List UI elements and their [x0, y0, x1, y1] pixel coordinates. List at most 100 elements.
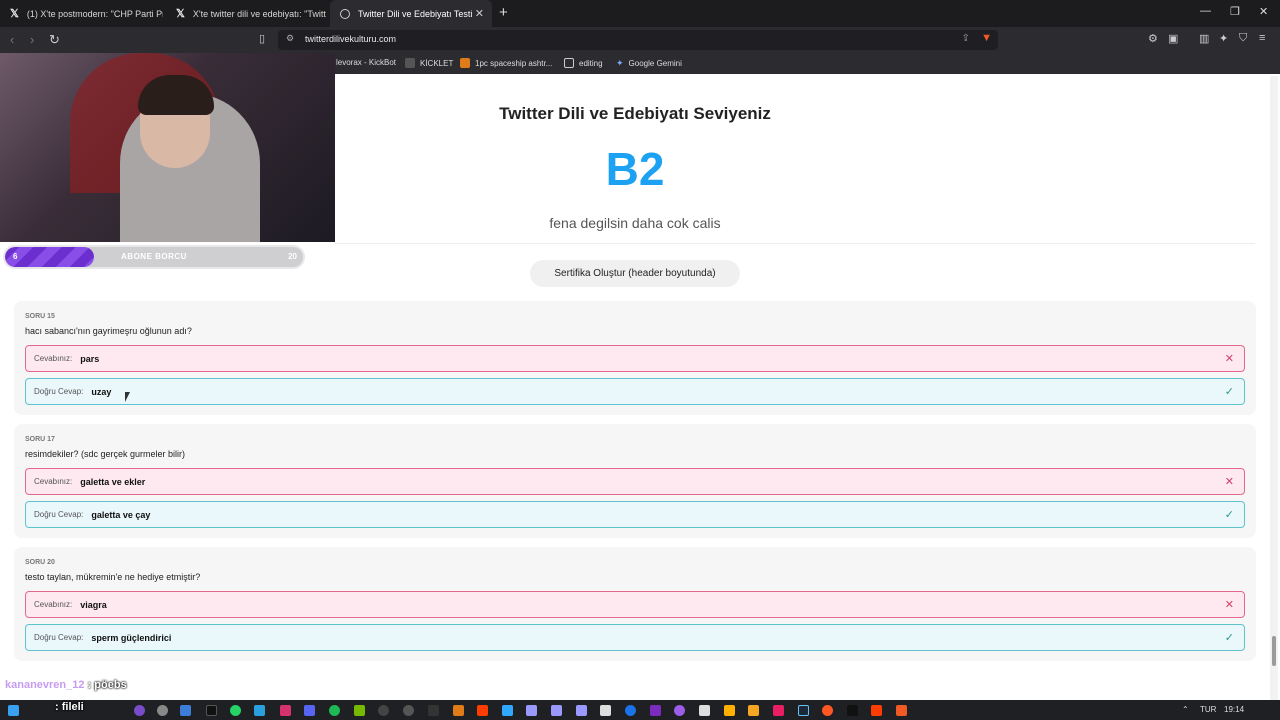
menu-icon[interactable]: ≡ — [1259, 32, 1265, 44]
steam-icon[interactable] — [798, 705, 809, 716]
question-card: SORU 17 resimdekiler? (sdc gerçek gurmel… — [14, 424, 1256, 538]
illustrator-icon[interactable] — [477, 705, 488, 716]
correct-answer-label: Doğru Cevap: — [34, 387, 84, 396]
reload-icon[interactable]: ↻ — [49, 32, 60, 48]
tab-3-active[interactable]: Twitter Dili ve Edebiyatı Testi ✕ — [330, 0, 492, 27]
folder-icon — [564, 58, 574, 68]
bookmark-spaceship[interactable]: 1pc spaceship ashtr... — [460, 58, 552, 68]
your-answer-row: Cevabınız: pars ✕ — [25, 345, 1245, 372]
app-icon[interactable] — [674, 705, 685, 716]
whatsapp-icon[interactable] — [230, 705, 241, 716]
sub-goal-label: ABONE BORCU — [121, 252, 187, 261]
close-tab-icon[interactable]: ✕ — [475, 7, 484, 20]
app-icon[interactable] — [699, 705, 710, 716]
windows-taskbar: ⌃ TUR 19:14 — [0, 700, 1280, 720]
minimize-button[interactable]: — — [1200, 5, 1211, 17]
bookmark-kickbot[interactable]: levorax - KickBot — [336, 58, 396, 67]
leo-ai-icon[interactable]: ✦ — [1219, 32, 1228, 45]
nvidia-icon[interactable] — [354, 705, 365, 716]
new-tab-button[interactable]: + — [499, 4, 508, 21]
tab-2[interactable]: 𝕏 X'te twitter dili ve edebiyatı: "Twitt… — [166, 0, 326, 27]
question-card: SORU 15 hacı sabancı'nın gayrimeşru oğlu… — [14, 301, 1256, 415]
correct-answer-row: Doğru Cevap: uzay ✓ — [25, 378, 1245, 405]
scrollbar-thumb[interactable] — [1272, 636, 1276, 666]
bookmark-kicklet[interactable]: KİCKLET — [405, 58, 453, 68]
app-icon[interactable] — [403, 705, 414, 716]
brave-shield-icon[interactable]: ▼ — [981, 32, 992, 44]
extensions-icon[interactable]: ⚙ — [1148, 32, 1158, 45]
close-window-button[interactable]: ✕ — [1259, 5, 1268, 18]
app-icon[interactable] — [724, 705, 735, 716]
app-icon[interactable] — [847, 705, 858, 716]
wrong-icon: ✕ — [1224, 353, 1234, 365]
address-bar: ‹ › ↻ ▯ ⚙ twitterdilivekulturu.com ⇪ ▼ ⚙… — [0, 27, 1280, 53]
your-answer-value: galetta ve ekler — [80, 476, 146, 487]
sidebar-icon[interactable]: ▥ — [1199, 32, 1209, 45]
vpn-icon[interactable]: ⛉ — [1239, 32, 1247, 45]
app-icon[interactable] — [428, 705, 439, 716]
check-icon: ✓ — [1224, 386, 1234, 398]
sub-goal-bar: 6 ABONE BORCU 20 — [5, 247, 303, 267]
app-icon[interactable] — [625, 705, 636, 716]
start-icon[interactable] — [8, 705, 19, 716]
app-icon[interactable] — [871, 705, 882, 716]
app-icon[interactable] — [748, 705, 759, 716]
wrong-icon: ✕ — [1224, 599, 1234, 611]
bookmark-icon[interactable]: ▯ — [259, 32, 265, 45]
page-scrollbar[interactable] — [1270, 76, 1278, 700]
share-icon[interactable]: ⇪ — [962, 33, 970, 44]
level-badge: B2 — [605, 143, 665, 195]
question-number: SORU 20 — [25, 559, 55, 566]
app-icon[interactable] — [453, 705, 464, 716]
spotify-icon[interactable] — [329, 705, 340, 716]
create-certificate-button[interactable]: Sertifika Oluştur (header boyutunda) — [530, 260, 740, 287]
tray-chevron-icon[interactable]: ⌃ — [1182, 705, 1189, 714]
premiere-icon[interactable] — [576, 705, 587, 716]
back-icon[interactable]: ‹ — [10, 32, 14, 47]
app-icon[interactable] — [157, 705, 168, 716]
correct-answer-value: galetta ve çay — [91, 509, 151, 520]
chat-message: pöebs — [94, 679, 127, 691]
capcut-icon[interactable] — [600, 705, 611, 716]
obs-icon[interactable] — [378, 705, 389, 716]
globe-icon — [340, 8, 350, 19]
your-answer-label: Cevabınız: — [34, 477, 73, 486]
url-field[interactable]: ⚙ twitterdilivekulturu.com ⇪ ▼ — [278, 30, 998, 50]
screenshot-icon[interactable]: ▣ — [1168, 32, 1178, 45]
chat-overlay-2: : fileli — [55, 701, 84, 713]
correct-answer-row: Doğru Cevap: galetta ve çay ✓ — [25, 501, 1245, 528]
app-icon[interactable] — [822, 705, 833, 716]
your-answer-label: Cevabınız: — [34, 354, 73, 363]
correct-answer-label: Doğru Cevap: — [34, 510, 84, 519]
question-text: resimdekiler? (sdc gerçek gurmeler bilir… — [25, 449, 186, 459]
tab-label: Twitter Dili ve Edebiyatı Testi — [358, 8, 473, 19]
divider — [335, 243, 1255, 244]
brave-icon[interactable] — [896, 705, 907, 716]
app-icon[interactable] — [134, 705, 145, 716]
question-number: SORU 15 — [25, 313, 55, 320]
photoshop-icon[interactable] — [502, 705, 513, 716]
clock[interactable]: 19:14 — [1224, 705, 1244, 714]
after-effects-icon[interactable] — [551, 705, 562, 716]
app-icon[interactable] — [180, 705, 191, 716]
tab-1[interactable]: 𝕏 (1) X'te postmodern: "CHP Parti Prog — [0, 0, 163, 27]
chat-overlay: kananevren_12 : pöebs — [5, 679, 127, 691]
url-text: twitterdilivekulturu.com — [305, 34, 397, 44]
discord-icon[interactable] — [304, 705, 315, 716]
kicklet-icon — [405, 58, 415, 68]
restore-button[interactable]: ❐ — [1230, 5, 1240, 18]
tab-label: (1) X'te postmodern: "CHP Parti Prog — [26, 8, 163, 19]
language-indicator[interactable]: TUR — [1200, 705, 1216, 714]
tiktok-icon[interactable] — [206, 705, 217, 716]
chat-message-2: : fileli — [55, 701, 84, 713]
instagram-icon[interactable] — [280, 705, 291, 716]
media-encoder-icon[interactable] — [526, 705, 537, 716]
telegram-icon[interactable] — [254, 705, 265, 716]
check-icon: ✓ — [1224, 632, 1234, 644]
app-icon[interactable] — [650, 705, 661, 716]
site-info-icon[interactable]: ⚙ — [286, 33, 294, 44]
bookmark-editing[interactable]: editing — [564, 58, 603, 68]
app-icon[interactable] — [773, 705, 784, 716]
forward-icon[interactable]: › — [30, 32, 34, 47]
bookmark-gemini[interactable]: ✦ Google Gemini — [616, 58, 682, 69]
